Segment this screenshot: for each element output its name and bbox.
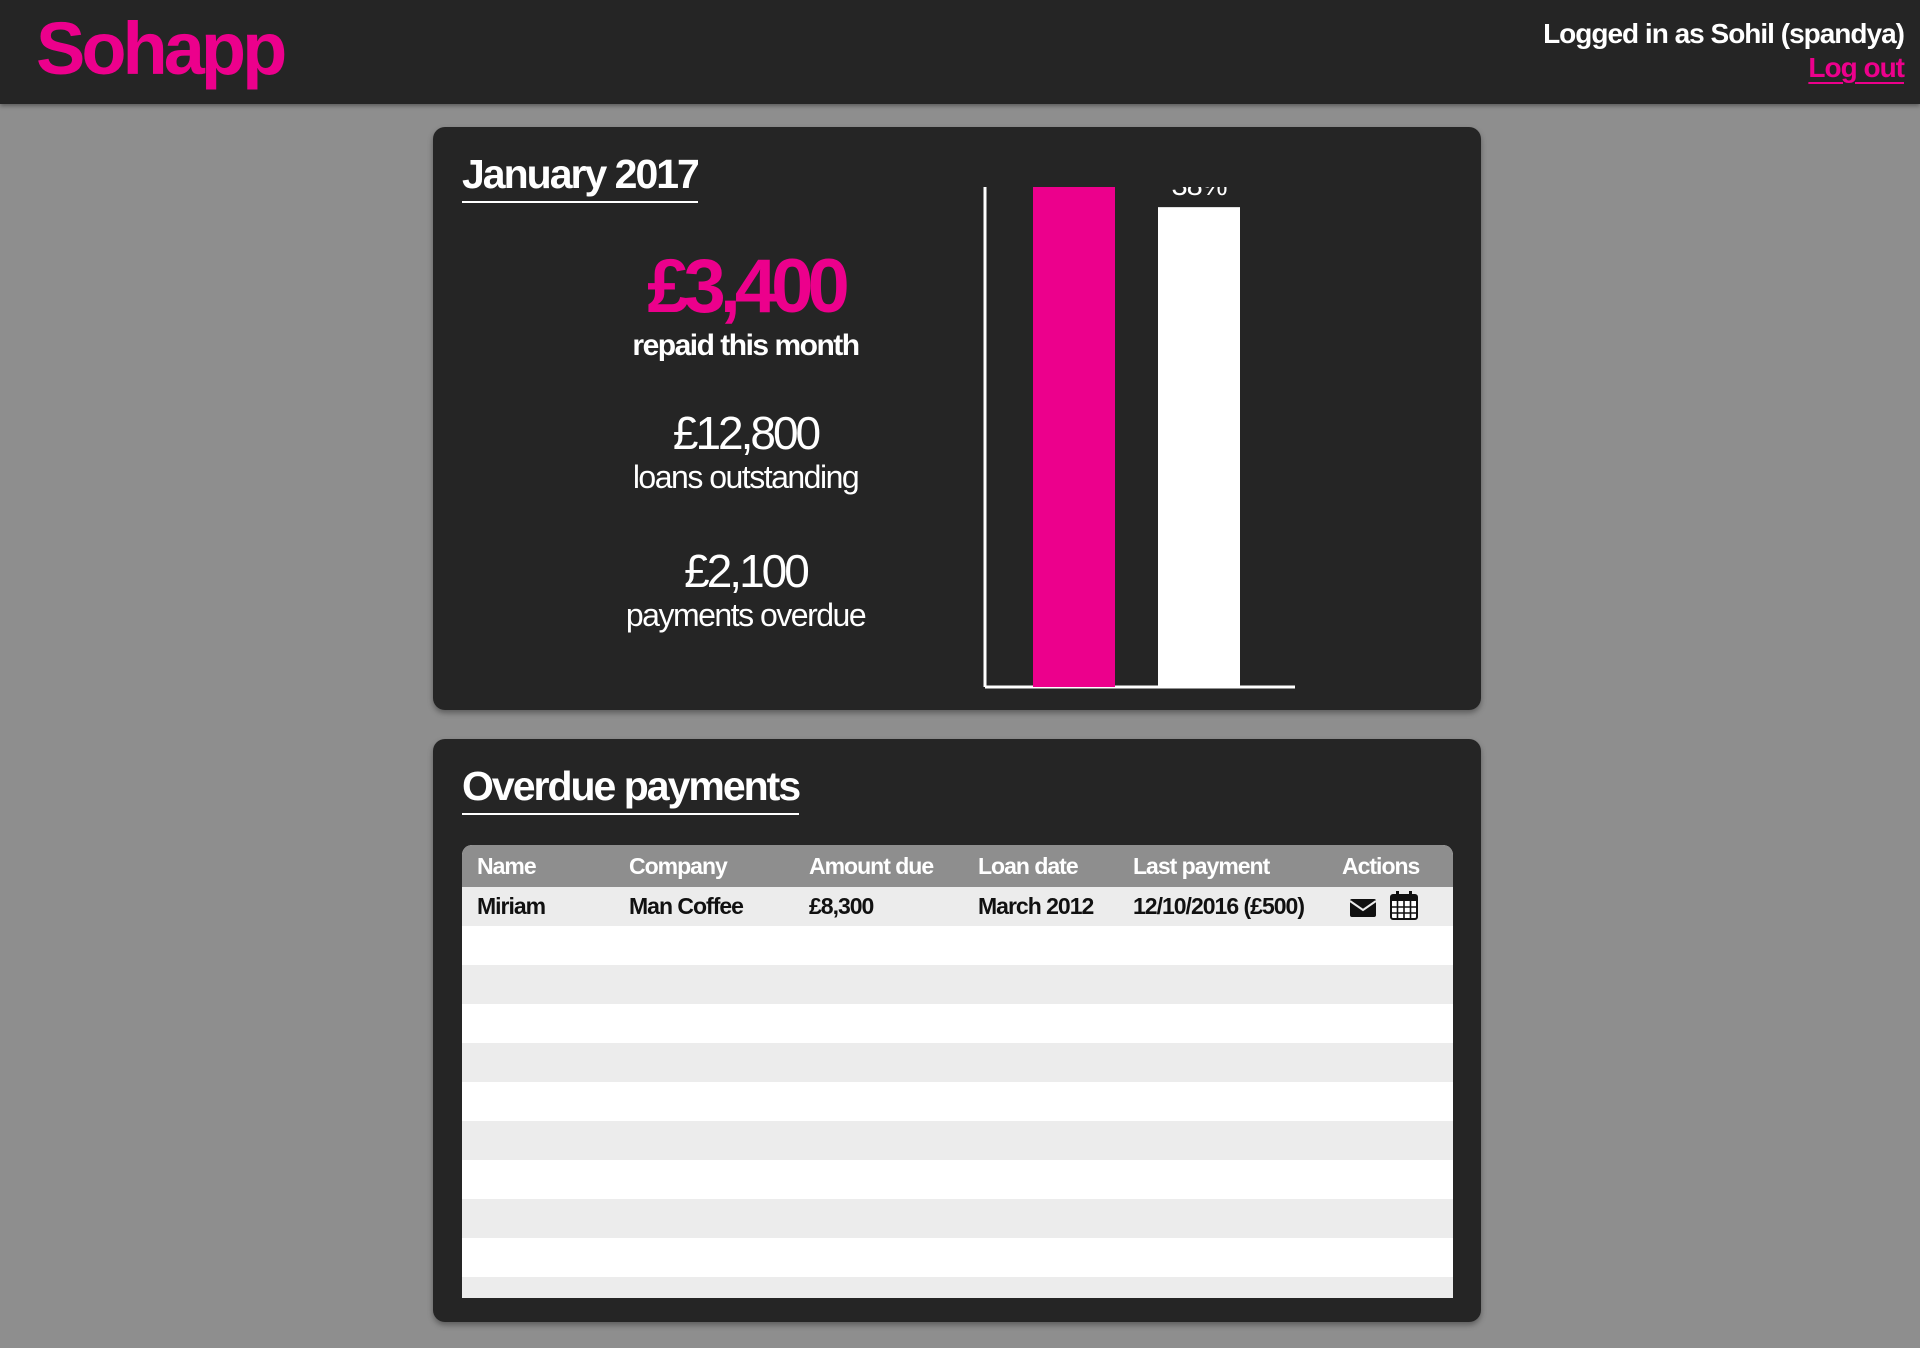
column-header-name[interactable]: Name <box>477 845 537 887</box>
overdue-panel: Overdue payments Name Company Amount due… <box>433 739 1481 1322</box>
repaid-label: repaid this month <box>632 329 860 362</box>
cell-name: Miriam <box>477 893 546 919</box>
overdue-label: payments overdue <box>625 597 867 633</box>
overdue-title: Overdue payments <box>462 761 801 815</box>
logged-in-text: Logged in as Sohil (spandya) <box>1543 18 1905 49</box>
cell-amount-due: £8,300 <box>809 893 874 919</box>
table-row-empty <box>462 1160 1453 1199</box>
table-row-empty <box>462 1121 1453 1160</box>
table-row-empty <box>462 1043 1453 1082</box>
table-row-empty <box>462 1082 1453 1121</box>
outstanding-label: loans outstanding <box>632 459 860 495</box>
overdue-table: Name Company Amount due Loan date Last p… <box>462 845 1453 1298</box>
bar-overdue <box>1158 207 1240 687</box>
table-row-empty <box>462 1199 1453 1238</box>
repaid-stat: £3,400 repaid this month <box>473 245 1018 363</box>
column-header-loan-date[interactable]: Loan date <box>978 845 1079 887</box>
summary-title: January 2017 <box>462 149 700 203</box>
calendar-icon[interactable] <box>1388 889 1420 921</box>
user-info: Logged in as Sohil (spandya) Log out <box>1543 16 1905 84</box>
cell-last-payment: 12/10/2016 (£500) <box>1133 893 1305 919</box>
column-header-actions: Actions <box>1342 853 1420 879</box>
table-row-empty <box>462 1277 1453 1298</box>
column-header-last-payment[interactable]: Last payment <box>1133 845 1270 887</box>
x-tick-label-paid: Paid <box>1047 704 1101 707</box>
table-row-empty <box>462 1004 1453 1043</box>
cell-loan-date: March 2012 <box>978 893 1094 919</box>
table-row-empty <box>462 965 1453 1004</box>
overdue-value: £2,100 <box>684 545 810 597</box>
logout-link[interactable]: Log out <box>1808 52 1905 83</box>
table-row-empty <box>462 1238 1453 1277</box>
top-bar: Sohapp Logged in as Sohil (spandya) Log … <box>0 0 1920 104</box>
summary-panel: January 2017 £3,400 repaid this month £1… <box>433 127 1481 710</box>
outstanding-stat: £12,800 loans outstanding <box>473 407 1018 495</box>
outstanding-value: £12,800 <box>672 407 821 459</box>
x-tick-label-overdue: Overdue <box>1147 704 1252 707</box>
overdue-stat: £2,100 payments overdue <box>473 545 1018 633</box>
column-header-amount-due[interactable]: Amount due <box>809 845 934 887</box>
cell-company: Man Coffee <box>629 893 744 919</box>
app-logo[interactable]: Sohapp <box>36 4 287 94</box>
table-header: Name Company Amount due Loan date Last p… <box>462 845 1453 887</box>
table-row[interactable]: Miriam Man Coffee £8,300 March 2012 12/1… <box>462 887 1453 926</box>
table-row-empty <box>462 926 1453 965</box>
column-header-company[interactable]: Company <box>629 845 728 887</box>
repaid-value: £3,400 <box>647 244 849 329</box>
repayment-chart: £3,0003,50062%Paid38%Overdue <box>983 187 1295 707</box>
data-label-overdue: 38% <box>1171 187 1226 202</box>
envelope-icon[interactable] <box>1347 891 1379 923</box>
bar-paid <box>1033 187 1115 688</box>
